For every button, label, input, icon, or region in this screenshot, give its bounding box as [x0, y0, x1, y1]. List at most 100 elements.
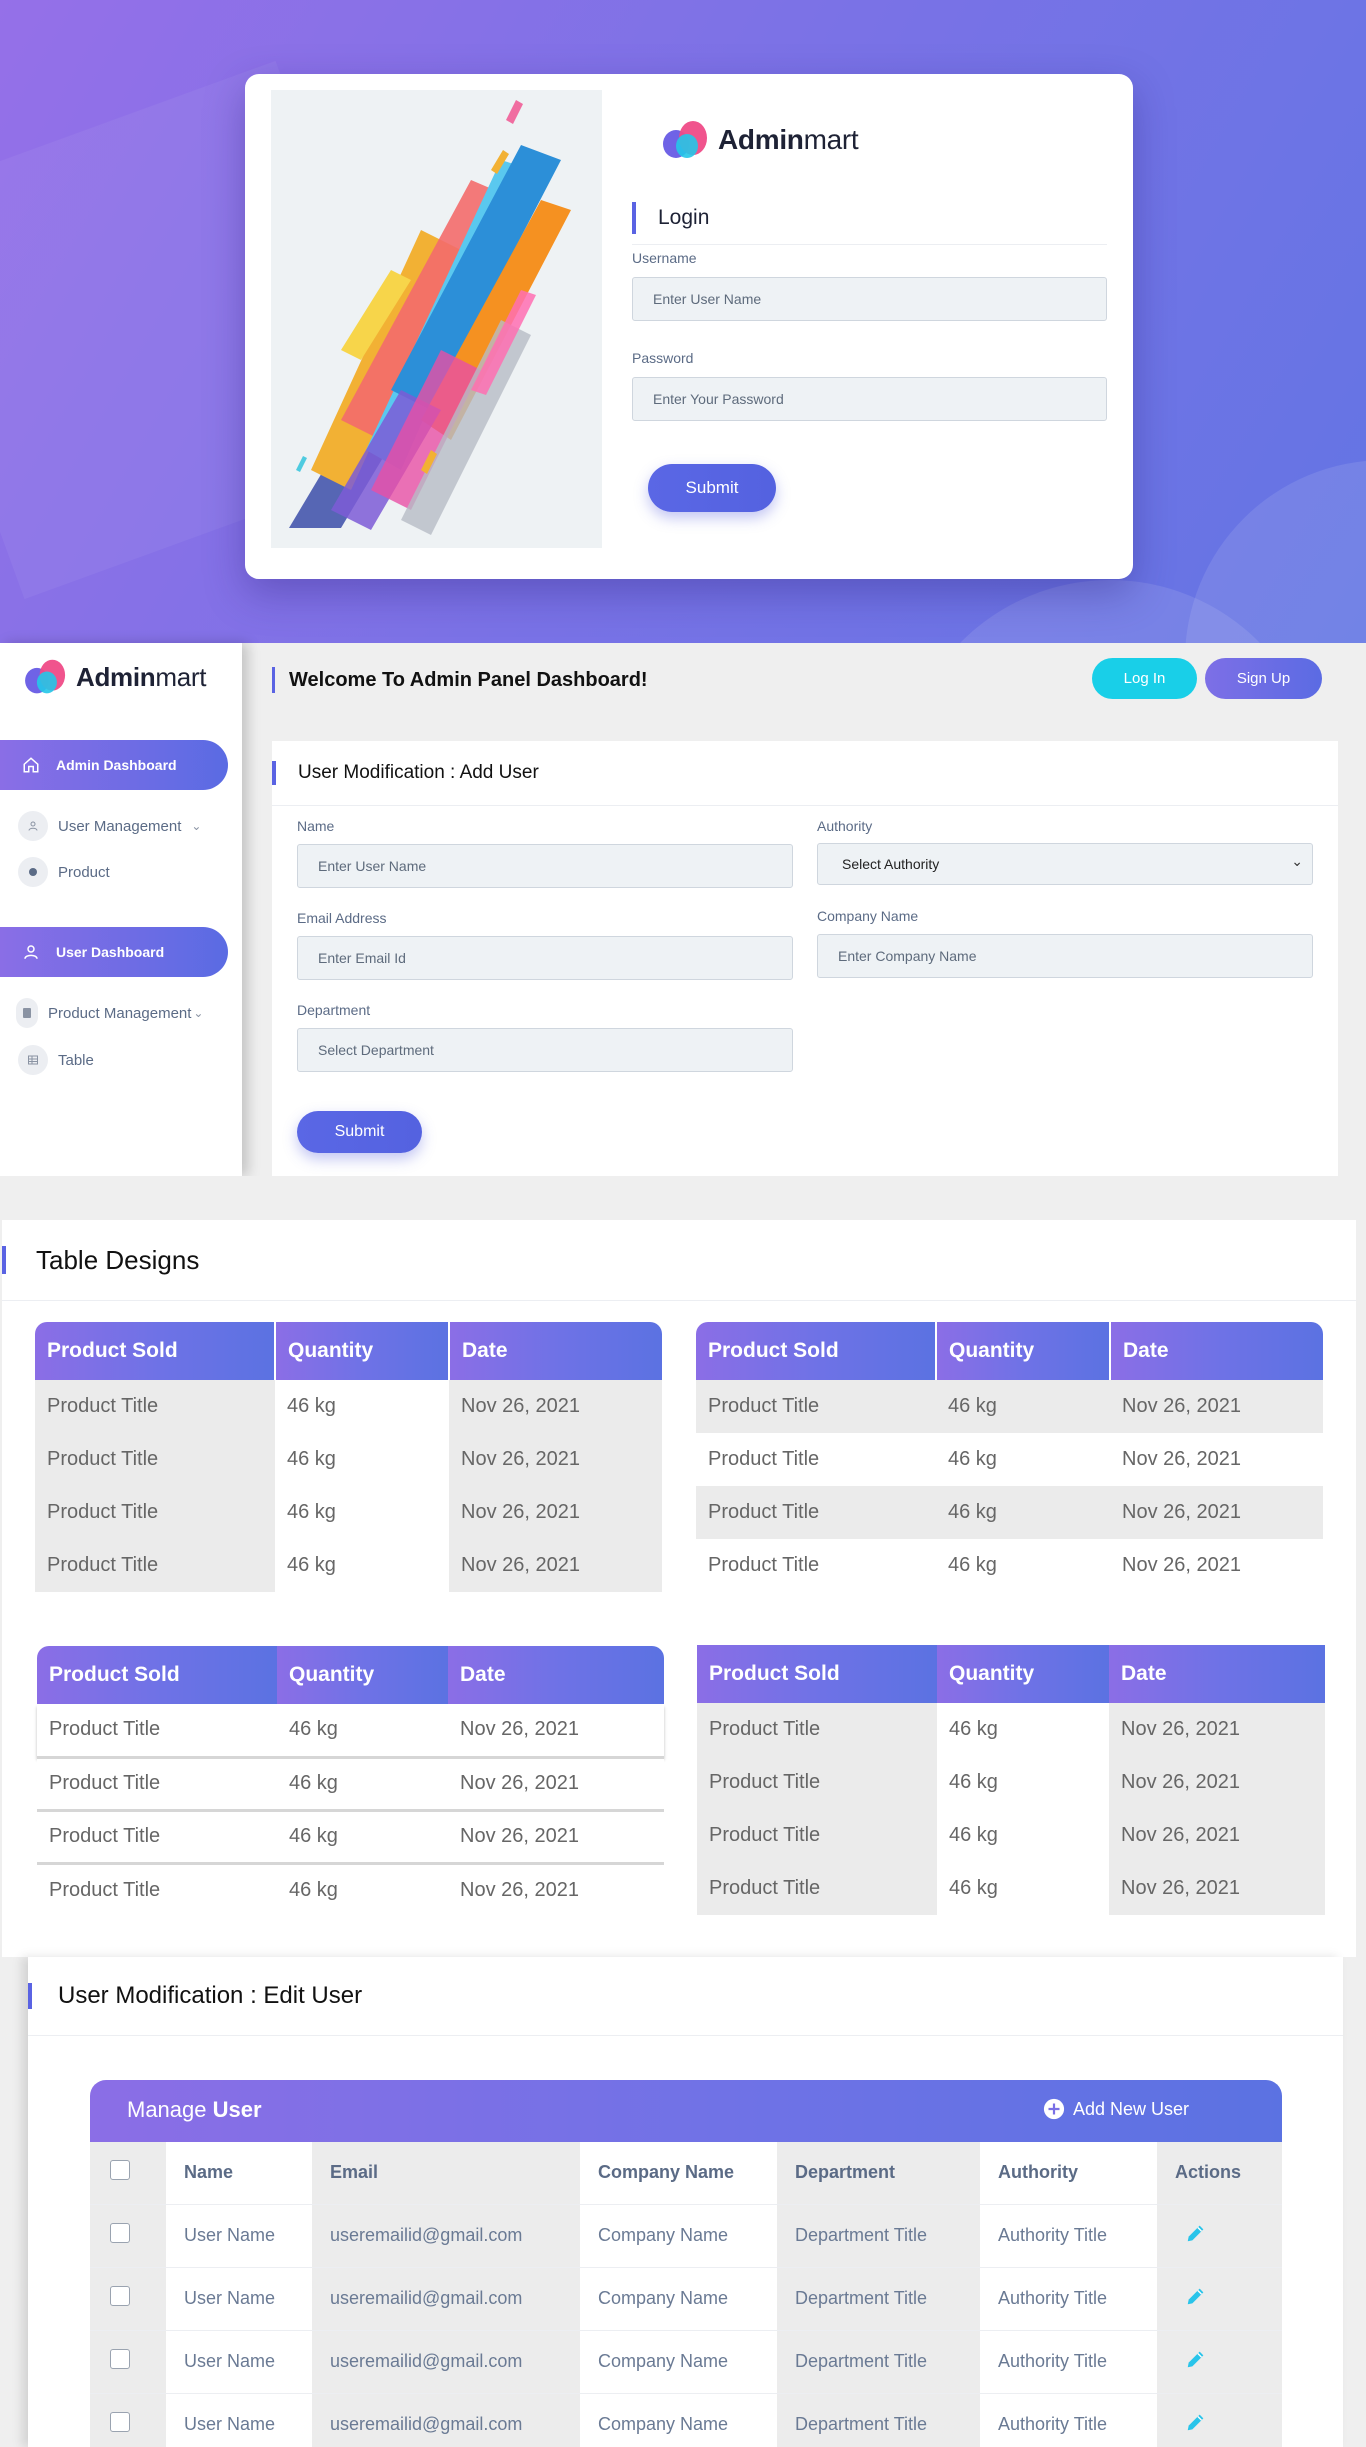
user-icon [18, 811, 48, 841]
sidebar-item-label: Product [58, 863, 110, 881]
password-input[interactable] [632, 377, 1107, 421]
company-label: Company Name [817, 908, 919, 924]
date-cell: Nov 26, 2021 [449, 1433, 662, 1486]
row-checkbox[interactable] [110, 2286, 130, 2306]
authority-select[interactable]: Select Authority ⌄ [817, 843, 1313, 885]
quantity-cell: 46 kg [289, 1825, 338, 1847]
sidebar-item-user-management[interactable]: User Management ⌄ [18, 811, 201, 841]
product-table-1: Product Sold Quantity Date Product Title… [35, 1322, 662, 1592]
table-designs-title: Table Designs [2, 1246, 199, 1274]
row-checkbox[interactable] [110, 2349, 130, 2369]
abstract-prisms-illustration [289, 100, 571, 535]
sidebar: Adminmart Admin Dashboard User Managemen… [0, 643, 242, 1176]
edit-user-title: User Modification : Edit User [28, 1983, 362, 2009]
edit-pencil-icon[interactable] [1185, 2222, 1207, 2244]
sidebar-item-product[interactable]: Product [18, 857, 110, 887]
edit-pencil-icon[interactable] [1185, 2411, 1207, 2433]
quantity-cell: 46 kg [948, 1501, 997, 1523]
department-cell: Department Title [777, 2392, 980, 2447]
table-row: Product Title 46 kg Nov 26, 2021 [37, 1757, 664, 1810]
date-cell: Nov 26, 2021 [1122, 1554, 1241, 1576]
column-header: Quantity [277, 1646, 448, 1704]
divider [2, 1300, 1356, 1301]
add-user-title: User Modification : Add User [272, 761, 539, 785]
date-cell: Nov 26, 2021 [460, 1718, 579, 1741]
row-checkbox[interactable] [110, 2223, 130, 2243]
email-input[interactable] [297, 936, 793, 980]
sidebar-item-label: User Dashboard [56, 944, 165, 960]
column-header: Department [777, 2142, 980, 2204]
table-row: Product Title 46 kg Nov 26, 2021 [696, 1539, 1323, 1592]
sidebar-item-label: Product Management [48, 1004, 192, 1022]
quantity-cell: 46 kg [937, 1756, 1109, 1809]
date-cell: Nov 26, 2021 [449, 1380, 662, 1433]
edit-pencil-icon[interactable] [1185, 2348, 1207, 2370]
sidebar-brand-logo: Adminmart [24, 657, 207, 697]
product-cell: Product Title [49, 1718, 161, 1741]
table-row: Product Title 46 kg Nov 26, 2021 [696, 1433, 1323, 1486]
login-card: Adminmart Login Username Password Submit [245, 74, 1133, 579]
brand-name: Adminmart [718, 124, 859, 155]
brand-name: Adminmart [76, 661, 207, 692]
quantity-cell: 46 kg [289, 1878, 338, 1901]
users-table: Name Email Company Name Department Autho… [90, 2142, 1282, 2447]
sidebar-item-table[interactable]: Table [18, 1045, 94, 1075]
document-icon [16, 998, 38, 1028]
table-row: Product Title 46 kg Nov 26, 2021 [35, 1380, 662, 1433]
username-input[interactable] [632, 277, 1107, 321]
manage-user-header: Manage User Add New User [90, 2080, 1282, 2142]
table-row: User Name useremailid@gmail.com Company … [90, 2329, 1282, 2393]
user-icon [24, 945, 38, 959]
company-input[interactable] [817, 934, 1313, 978]
edit-pencil-icon[interactable] [1185, 2285, 1207, 2307]
product-table-2: Product Sold Quantity Date Product Title… [696, 1322, 1323, 1592]
table-row: Product Title 46 kg Nov 26, 2021 [696, 1380, 1323, 1433]
column-header: Date [449, 1322, 662, 1380]
product-cell: Product Title [697, 1756, 937, 1809]
signup-button[interactable]: Sign Up [1205, 658, 1322, 699]
company-cell: Company Name [580, 2203, 777, 2267]
sidebar-item-user-dashboard[interactable]: User Dashboard [0, 927, 228, 977]
home-icon [23, 757, 39, 773]
column-header: Product Sold [696, 1322, 937, 1380]
row-checkbox[interactable] [110, 2412, 130, 2433]
department-input[interactable] [297, 1028, 793, 1072]
name-label: Name [297, 818, 335, 834]
sidebar-item-admin-dashboard[interactable]: Admin Dashboard [0, 740, 228, 790]
dot-icon [18, 857, 48, 887]
user-name-cell: User Name [166, 2266, 312, 2330]
table-row: Product Title 46 kg Nov 26, 2021 [35, 1486, 662, 1539]
authority-select-value: Select Authority [842, 856, 940, 872]
date-cell: Nov 26, 2021 [1109, 1703, 1325, 1756]
divider [272, 805, 1338, 806]
name-input[interactable] [297, 844, 793, 888]
email-cell: useremailid@gmail.com [312, 2203, 580, 2267]
add-new-user-button[interactable]: Add New User [1043, 2098, 1189, 2120]
add-user-panel: User Modification : Add User Name Email … [272, 741, 1338, 1176]
email-label: Email Address [297, 910, 387, 926]
add-user-submit-button[interactable]: Submit [297, 1111, 422, 1153]
product-cell: Product Title [708, 1554, 820, 1576]
sidebar-item-product-management[interactable]: Product Management ⌄ [16, 998, 203, 1028]
column-header: Date [1110, 1322, 1323, 1380]
quantity-cell: 46 kg [948, 1448, 997, 1470]
column-header: Email [312, 2142, 580, 2204]
login-submit-button[interactable]: Submit [648, 464, 776, 512]
product-cell: Product Title [708, 1448, 820, 1470]
column-header: Quantity [275, 1322, 450, 1380]
company-cell: Company Name [580, 2392, 777, 2447]
table-row: Product Title 46 kg Nov 26, 2021 [37, 1863, 664, 1916]
product-table-3: Product Sold Quantity Date Product Title… [37, 1646, 664, 1916]
column-header: Product Sold [37, 1646, 277, 1704]
chevron-down-icon: ⌄ [191, 819, 202, 833]
date-cell: Nov 26, 2021 [1122, 1395, 1241, 1417]
select-all-checkbox[interactable] [110, 2160, 130, 2181]
date-cell: Nov 26, 2021 [1122, 1501, 1241, 1523]
login-button[interactable]: Log In [1092, 658, 1197, 699]
add-new-user-label: Add New User [1073, 2098, 1190, 2119]
plus-circle-icon [1043, 2098, 1065, 2120]
department-cell: Department Title [777, 2329, 980, 2393]
table-row: Product Title 46 kg Nov 26, 2021 [697, 1703, 1325, 1756]
butterfly-logo-icon [25, 659, 66, 694]
divider [632, 244, 1107, 245]
